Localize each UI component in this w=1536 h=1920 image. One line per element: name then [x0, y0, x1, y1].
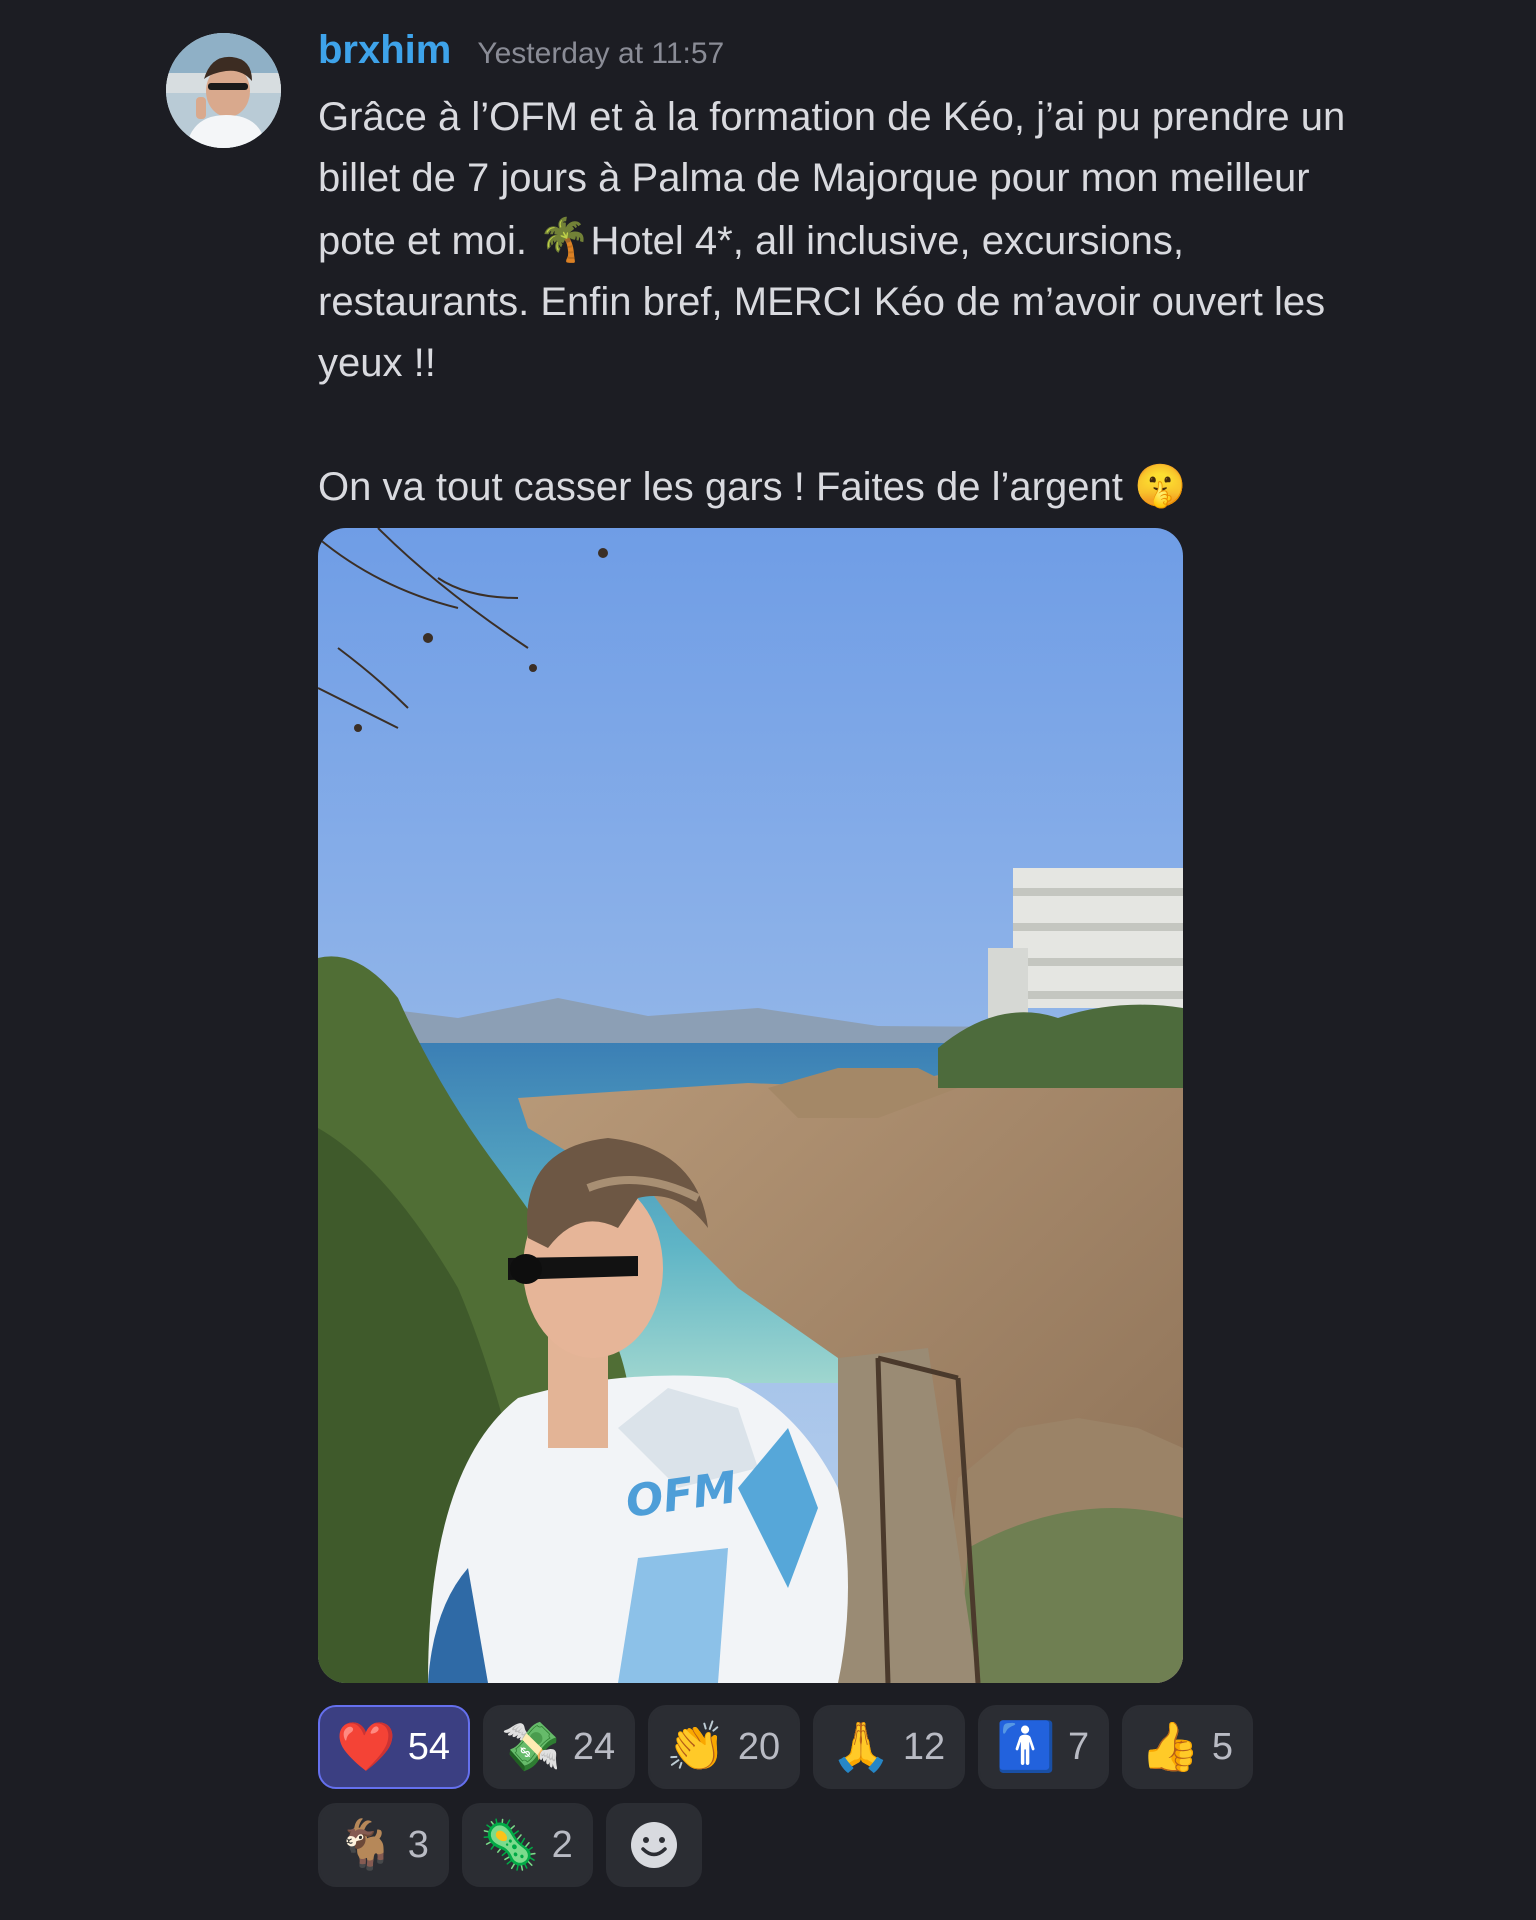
add-reaction-button[interactable]	[605, 1803, 702, 1887]
reaction-count: 7	[1067, 1725, 1090, 1768]
microbe-icon: 🦠	[479, 1817, 540, 1873]
beach-photo: OFM	[318, 528, 1183, 1683]
reaction-count: 5	[1211, 1725, 1233, 1768]
reaction-pray[interactable]: 🙏 12	[813, 1705, 966, 1789]
reaction-microbe[interactable]: 🦠 2	[461, 1803, 593, 1887]
message-paragraph-2: On va tout casser les gars ! Faites de l…	[318, 455, 1378, 518]
reaction-count: 12	[902, 1725, 946, 1768]
person-symbol-icon: 🚹	[996, 1719, 1056, 1775]
thumbs-up-icon: 👍	[1140, 1719, 1200, 1775]
goat-icon: 🐐	[336, 1817, 396, 1873]
avatar-photo	[166, 33, 281, 148]
timestamp[interactable]: Yesterday at 11:57	[477, 37, 724, 71]
palm-tree-icon: 🌴	[538, 216, 591, 263]
message-paragraph-1: Grâce à l’OFM et à la formation de Kéo, …	[318, 87, 1378, 394]
heart-icon: ❤️	[336, 1719, 396, 1775]
message-text-3: On va tout casser les gars ! Faites de l…	[318, 465, 1123, 509]
reaction-heart[interactable]: ❤️ 54	[318, 1705, 471, 1789]
folded-hands-icon: 🙏	[831, 1719, 891, 1775]
money-with-wings-icon: 💸	[501, 1719, 561, 1775]
username[interactable]: brxhim	[318, 28, 451, 73]
reaction-thumbs-up[interactable]: 👍 5	[1122, 1705, 1253, 1789]
reaction-clap[interactable]: 👏 20	[648, 1705, 801, 1789]
reaction-count: 3	[407, 1823, 429, 1866]
reaction-goat[interactable]: 🐐 3	[318, 1803, 449, 1887]
message-header: brxhim Yesterday at 11:57	[318, 28, 724, 73]
message-content: Grâce à l’OFM et à la formation de Kéo, …	[318, 87, 1378, 518]
reaction-count: 20	[737, 1725, 781, 1768]
smiley-icon	[630, 1822, 677, 1868]
reaction-custom-person[interactable]: 🚹 7	[978, 1705, 1110, 1789]
clapping-hands-icon: 👏	[666, 1719, 726, 1775]
user-avatar[interactable]	[166, 33, 281, 148]
reaction-money-with-wings[interactable]: 💸 24	[483, 1705, 636, 1789]
reactions-bar: ❤️ 54 💸 24 👏 20 🙏 12 🚹 7 👍 5 🐐 3 🦠 2	[318, 1705, 1318, 1887]
image-attachment[interactable]: OFM	[318, 528, 1183, 1683]
chat-message: brxhim Yesterday at 11:57 Grâce à l’OFM …	[0, 0, 1536, 1920]
reaction-count: 54	[407, 1725, 451, 1768]
shushing-face-icon: 🤫	[1133, 462, 1187, 509]
reaction-count: 24	[572, 1725, 616, 1768]
reaction-count: 2	[551, 1823, 573, 1866]
